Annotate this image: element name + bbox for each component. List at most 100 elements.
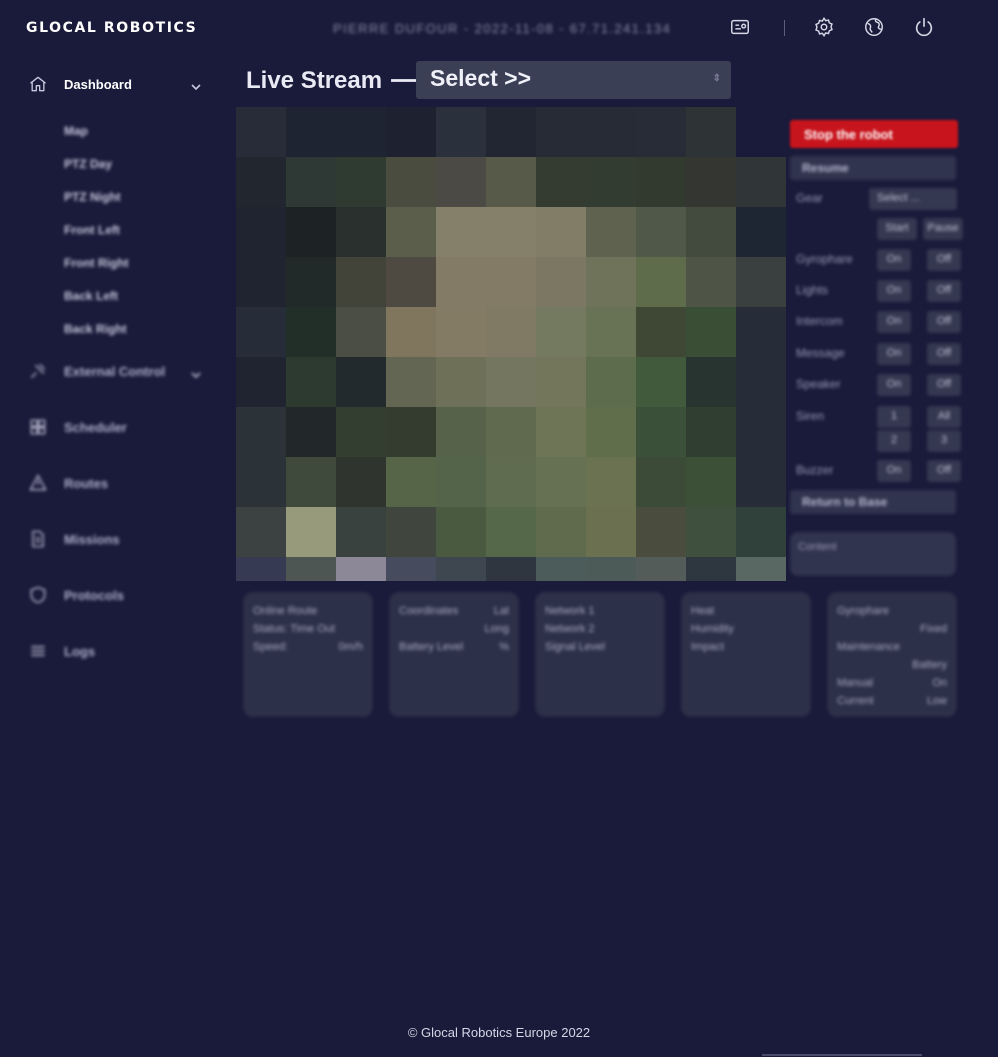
- chevron-down-icon: ⇕: [712, 73, 721, 84]
- video-pixel: [686, 507, 736, 557]
- resume-button[interactable]: Resume: [790, 156, 956, 180]
- live-video-feed[interactable]: [236, 107, 786, 581]
- sidebar-item-missions[interactable]: Missions: [28, 529, 120, 549]
- brand-logo[interactable]: GLOCAL ROBOTICS: [26, 20, 197, 36]
- gyrophare-off-button[interactable]: Off: [927, 249, 961, 271]
- globe-icon[interactable]: [863, 16, 885, 38]
- video-pixel: [636, 357, 686, 407]
- gear-icon[interactable]: [813, 16, 835, 38]
- intercom-on-button[interactable]: On: [877, 311, 911, 333]
- card-value: Lat: [493, 605, 509, 617]
- sidebar-subitem-back-right[interactable]: Back Right: [64, 322, 127, 336]
- video-pixel: [486, 457, 536, 507]
- buzzer-on-button[interactable]: On: [877, 460, 911, 482]
- video-pixel: [286, 457, 336, 507]
- siren-3-button[interactable]: 3: [927, 430, 961, 452]
- sidebar-item-scheduler[interactable]: Scheduler: [28, 417, 127, 437]
- video-pixel: [636, 257, 686, 307]
- video-pixel: [236, 407, 286, 457]
- video-pixel: [286, 357, 336, 407]
- card-text: Speed:: [253, 641, 288, 653]
- home-icon: [28, 74, 48, 94]
- video-pixel: [736, 507, 786, 557]
- card-text: Battery Level: [399, 641, 464, 653]
- lights-on-button[interactable]: On: [877, 280, 911, 302]
- video-pixel: [586, 407, 636, 457]
- gear-select[interactable]: Select ...: [869, 188, 957, 210]
- video-pixel: [386, 357, 436, 407]
- siren-1-button[interactable]: 1: [877, 406, 911, 428]
- sidebar-item-dashboard[interactable]: Dashboard: [28, 74, 132, 94]
- siren-2-button[interactable]: 2: [877, 430, 911, 452]
- chevron-down-icon[interactable]: [190, 80, 202, 92]
- buzzer-row: Buzzer On Off: [796, 460, 964, 482]
- video-pixel: [686, 157, 736, 207]
- gyrophare-on-button[interactable]: On: [877, 249, 911, 271]
- video-pixel: [536, 107, 586, 157]
- shield-icon: [28, 585, 48, 605]
- video-pixel: [436, 357, 486, 407]
- sidebar-item-routes[interactable]: Routes: [28, 473, 108, 493]
- sidebar-item-label: External Control: [64, 363, 166, 379]
- video-pixel: [336, 207, 386, 257]
- lights-off-button[interactable]: Off: [927, 280, 961, 302]
- video-pixel: [586, 157, 636, 207]
- grid-icon: [28, 417, 48, 437]
- message-off-button[interactable]: Off: [927, 343, 961, 365]
- sidebar-subitem-front-left[interactable]: Front Left: [64, 223, 120, 237]
- video-pixel: [486, 157, 536, 207]
- video-pixel: [686, 257, 736, 307]
- video-pixel: [586, 207, 636, 257]
- speaker-off-button[interactable]: Off: [927, 374, 961, 396]
- footer-divider: [762, 1054, 922, 1056]
- video-pixel: [286, 107, 336, 157]
- video-pixel: [736, 257, 786, 307]
- sidebar-subitem-ptz-night[interactable]: PTZ Night: [64, 190, 121, 204]
- top-bar: GLOCAL ROBOTICS PIERRE DUFOUR - 2022-11-…: [0, 0, 998, 56]
- info-card-route: Online Route Status: Time Out Speed: 0m/h: [243, 592, 373, 717]
- video-pixel: [536, 307, 586, 357]
- card-value: Fixed: [920, 623, 947, 635]
- message-on-button[interactable]: On: [877, 343, 911, 365]
- buzzer-off-button[interactable]: Off: [927, 460, 961, 482]
- chevron-down-icon[interactable]: [190, 368, 202, 380]
- video-pixel: [286, 157, 336, 207]
- sidebar-subitem-map[interactable]: Map: [64, 124, 88, 138]
- sidebar-subitem-back-left[interactable]: Back Left: [64, 289, 118, 303]
- info-card-location: Coordinates Lat Long Battery Level%: [389, 592, 519, 717]
- sidebar-item-protocols[interactable]: Protocols: [28, 585, 124, 605]
- video-pixel: [236, 507, 286, 557]
- stream-select[interactable]: Select >> ⇕: [416, 61, 731, 99]
- robot-control-panel: Stop the robot Resume Gear Select ... St…: [788, 118, 963, 578]
- siren-all-button[interactable]: All: [927, 406, 961, 428]
- video-pixel: [286, 207, 336, 257]
- video-pixel: [636, 557, 686, 581]
- start-button[interactable]: Start: [877, 218, 917, 240]
- lights-row: Lights On Off: [796, 280, 964, 302]
- intercom-off-button[interactable]: Off: [927, 311, 961, 333]
- lights-label: Lights: [796, 283, 829, 297]
- intercom-row: Intercom On Off: [796, 311, 964, 333]
- stream-title-text: Live Stream: [246, 66, 383, 94]
- content-panel[interactable]: Content: [790, 532, 956, 576]
- id-card-icon[interactable]: [729, 16, 751, 38]
- power-icon[interactable]: [913, 16, 935, 38]
- return-to-base-button[interactable]: Return to Base: [790, 490, 956, 514]
- card-value: On: [932, 677, 947, 689]
- sidebar-item-external-control[interactable]: External Control: [28, 361, 165, 381]
- video-pixel: [636, 157, 686, 207]
- card-text: Humidity: [691, 623, 734, 635]
- video-pixel: [286, 407, 336, 457]
- sidebar-item-logs[interactable]: Logs: [28, 641, 95, 661]
- card-text: Coordinates: [399, 605, 459, 617]
- stop-robot-button[interactable]: Stop the robot: [790, 120, 958, 148]
- card-text: Manual: [837, 677, 874, 689]
- sidebar-subitem-front-right[interactable]: Front Right: [64, 256, 129, 270]
- stream-title: Live Stream ⟶: [246, 66, 424, 95]
- video-pixel: [336, 507, 386, 557]
- sidebar-subitem-ptz-day[interactable]: PTZ Day: [64, 157, 112, 171]
- video-pixel: [436, 257, 486, 307]
- speaker-on-button[interactable]: On: [877, 374, 911, 396]
- pause-button[interactable]: Pause: [923, 218, 963, 240]
- siren-row: Siren 1 All 2 3: [796, 406, 964, 452]
